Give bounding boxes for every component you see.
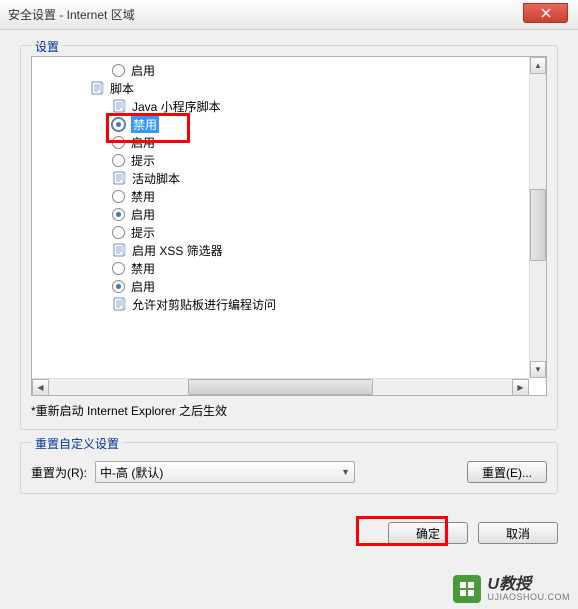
restart-note: *重新启动 Internet Explorer 之后生效: [31, 402, 547, 419]
scroll-left-button[interactable]: ◀: [32, 379, 49, 396]
radio-9[interactable]: [112, 226, 125, 239]
tree-row[interactable]: 启用: [32, 277, 546, 295]
radio-0[interactable]: [112, 64, 125, 77]
scroll-track[interactable]: [530, 74, 546, 361]
radio-3[interactable]: [112, 118, 125, 131]
item-label: 活动脚本: [132, 170, 180, 187]
watermark: U教授 UJIAOSHOU.COM: [453, 575, 570, 603]
horizontal-scrollbar[interactable]: ◀ ▶: [32, 378, 529, 395]
reset-row: 重置为(R): 中-高 (默认) ▼ 重置(E)...: [31, 453, 547, 483]
settings-legend: 设置: [31, 38, 63, 55]
item-label: 启用: [131, 134, 155, 151]
tree-row: 脚本: [32, 79, 546, 97]
reset-label: 重置为(R):: [31, 464, 87, 481]
tree-row[interactable]: 启用: [32, 133, 546, 151]
item-label: 启用: [131, 278, 155, 295]
watermark-text: U教授 UJIAOSHOU.COM: [487, 577, 570, 602]
item-label: 脚本: [110, 80, 134, 97]
script-icon: [112, 242, 128, 258]
settings-fieldset: 设置 启用脚本Java 小程序脚本禁用启用提示活动脚本禁用启用提示启用 XSS …: [20, 45, 558, 430]
window-title: 安全设置 - Internet 区域: [8, 6, 135, 23]
reset-level-combo[interactable]: 中-高 (默认) ▼: [95, 461, 355, 483]
combo-value: 中-高 (默认): [100, 464, 163, 481]
radio-7[interactable]: [112, 190, 125, 203]
watermark-main: U教授: [487, 577, 570, 593]
tree-row[interactable]: 禁用: [32, 115, 546, 133]
item-label: 提示: [131, 224, 155, 241]
tree-row: 活动脚本: [32, 169, 546, 187]
item-label: 允许对剪贴板进行编程访问: [132, 296, 276, 313]
tree-row: Java 小程序脚本: [32, 97, 546, 115]
item-label: 启用: [131, 62, 155, 79]
scroll-down-button[interactable]: ▼: [530, 361, 546, 378]
chevron-down-icon: ▼: [341, 467, 350, 477]
dialog-body: 设置 启用脚本Java 小程序脚本禁用启用提示活动脚本禁用启用提示启用 XSS …: [0, 30, 578, 516]
script-icon: [112, 98, 128, 114]
windows-icon: [459, 581, 475, 597]
radio-11[interactable]: [112, 262, 125, 275]
hscroll-thumb[interactable]: [188, 379, 373, 395]
tree-row[interactable]: 禁用: [32, 187, 546, 205]
scroll-thumb[interactable]: [530, 189, 546, 261]
reset-button[interactable]: 重置(E)...: [467, 461, 547, 483]
script-icon: [112, 296, 128, 312]
settings-tree: 启用脚本Java 小程序脚本禁用启用提示活动脚本禁用启用提示启用 XSS 筛选器…: [31, 56, 547, 396]
tree-content: 启用脚本Java 小程序脚本禁用启用提示活动脚本禁用启用提示启用 XSS 筛选器…: [32, 57, 546, 377]
tree-row: 启用 XSS 筛选器: [32, 241, 546, 259]
item-label: 启用: [131, 206, 155, 223]
dialog-buttons: 确定 取消: [0, 516, 578, 556]
reset-fieldset: 重置自定义设置 重置为(R): 中-高 (默认) ▼ 重置(E)...: [20, 442, 558, 494]
close-button[interactable]: [523, 3, 568, 23]
item-label: 启用 XSS 筛选器: [132, 242, 223, 259]
ok-button[interactable]: 确定: [388, 522, 468, 544]
radio-8[interactable]: [112, 208, 125, 221]
tree-row[interactable]: 禁用: [32, 259, 546, 277]
tree-row[interactable]: 提示: [32, 151, 546, 169]
watermark-sub: UJIAOSHOU.COM: [487, 593, 570, 602]
scroll-right-button[interactable]: ▶: [512, 379, 529, 396]
scroll-up-button[interactable]: ▲: [530, 57, 546, 74]
item-label: Java 小程序脚本: [132, 98, 221, 115]
item-label: 禁用: [131, 116, 159, 133]
cancel-button[interactable]: 取消: [478, 522, 558, 544]
radio-4[interactable]: [112, 136, 125, 149]
radio-5[interactable]: [112, 154, 125, 167]
item-label: 提示: [131, 152, 155, 169]
hscroll-track[interactable]: [49, 379, 512, 395]
tree-row[interactable]: 启用: [32, 205, 546, 223]
item-label: 禁用: [131, 260, 155, 277]
title-bar: 安全设置 - Internet 区域: [0, 0, 578, 30]
watermark-badge: [453, 575, 481, 603]
script-icon: [90, 80, 106, 96]
tree-row[interactable]: 提示: [32, 223, 546, 241]
close-icon: [541, 8, 551, 18]
reset-legend: 重置自定义设置: [31, 435, 123, 452]
radio-12[interactable]: [112, 280, 125, 293]
vertical-scrollbar[interactable]: ▲ ▼: [529, 57, 546, 378]
script-icon: [112, 170, 128, 186]
tree-row[interactable]: 启用: [32, 61, 546, 79]
tree-row: 允许对剪贴板进行编程访问: [32, 295, 546, 313]
item-label: 禁用: [131, 188, 155, 205]
